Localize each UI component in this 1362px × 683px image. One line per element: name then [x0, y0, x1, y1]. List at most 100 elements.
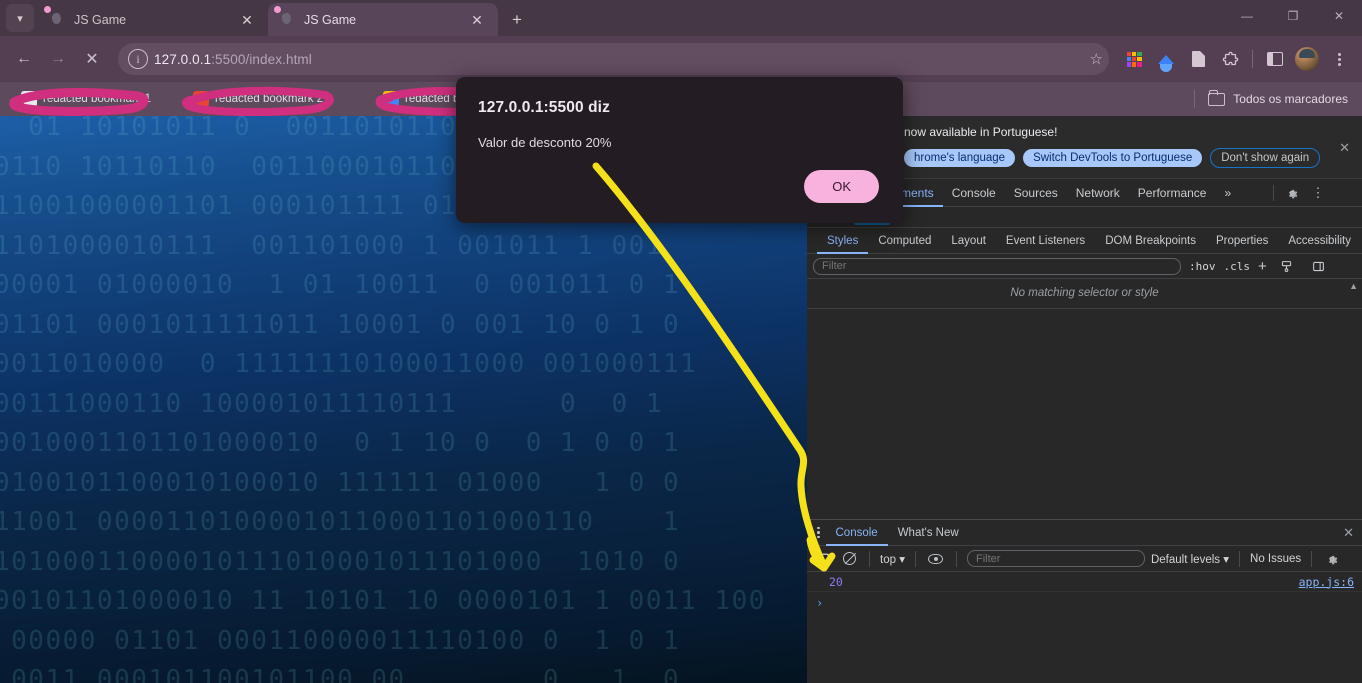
- close-window-button[interactable]: ✕: [1316, 0, 1362, 32]
- hov-toggle[interactable]: :hov: [1189, 260, 1216, 273]
- all-bookmarks-label: Todos os marcadores: [1233, 92, 1348, 106]
- levels-label: Default levels: [1150, 553, 1221, 566]
- tab-title: JS Game: [74, 12, 127, 27]
- drawer-menu-icon[interactable]: [815, 526, 826, 539]
- gear-icon[interactable]: [1280, 181, 1304, 205]
- tab-sources[interactable]: Sources: [1005, 179, 1067, 207]
- javascript-alert-dialog: 127.0.0.1:5500 diz Valor de desconto 20%…: [456, 77, 903, 223]
- console-log-row[interactable]: 20 app.js:6: [807, 572, 1362, 592]
- tab-performance[interactable]: Performance: [1129, 179, 1216, 207]
- tab-title: JS Game: [304, 12, 357, 27]
- divider: [1239, 550, 1241, 567]
- divider: [1273, 184, 1274, 201]
- plus-icon[interactable]: +: [1258, 258, 1267, 275]
- console-context-selector[interactable]: top ▾: [880, 552, 905, 566]
- close-icon[interactable]: ✕: [466, 9, 488, 31]
- stop-loading-button[interactable]: ✕: [76, 43, 108, 75]
- scroll-up-arrow[interactable]: ▲: [1349, 281, 1358, 291]
- grid-apps-icon[interactable]: [1119, 44, 1149, 74]
- forward-button[interactable]: →: [42, 43, 74, 75]
- context-label: top: [880, 553, 896, 566]
- live-expression-icon[interactable]: [926, 549, 946, 569]
- url-text: 127.0.0.1:5500/index.html: [154, 52, 312, 67]
- subtab-styles[interactable]: Styles: [817, 228, 868, 254]
- console-filter-input[interactable]: [966, 550, 1145, 567]
- cls-toggle[interactable]: .cls: [1224, 260, 1251, 273]
- console-output: 20 app.js:6 ›: [807, 572, 1362, 683]
- restore-button[interactable]: ❐: [1270, 0, 1316, 32]
- chevron-down-icon: ▾: [899, 553, 905, 566]
- document-icon[interactable]: [1183, 44, 1213, 74]
- bookmark-item[interactable]: redacted bookmark 1: [9, 86, 172, 116]
- subtab-accessibility[interactable]: Accessibility: [1278, 228, 1361, 254]
- bookmark-favicon: [383, 91, 399, 107]
- toggle-panel-icon[interactable]: [1307, 254, 1331, 278]
- all-bookmarks-entry[interactable]: Todos os marcadores: [1189, 89, 1354, 108]
- subtab-layout[interactable]: Layout: [941, 228, 996, 254]
- new-tab-button[interactable]: +: [506, 8, 528, 30]
- drawer-tab-console[interactable]: Console: [826, 520, 888, 546]
- browser-window: ▾ JS Game ✕ JS Game ✕ + — ❐ ✕ ← → ✕ i 12…: [0, 0, 1362, 683]
- subtab-dom-breakpoints[interactable]: DOM Breakpoints: [1095, 228, 1206, 254]
- switch-devtools-language-button[interactable]: Switch DevTools to Portuguese: [1023, 149, 1203, 167]
- issues-counter[interactable]: No Issues: [1250, 553, 1301, 565]
- prompt-caret-icon: ›: [816, 596, 824, 610]
- more-tabs-icon[interactable]: »: [1215, 179, 1240, 207]
- close-devtools-icon[interactable]: close-icon: [1332, 181, 1356, 205]
- url-path: :5500/index.html: [211, 51, 312, 67]
- dont-show-again-button[interactable]: Don't show again: [1210, 148, 1321, 168]
- extensions-puzzle-icon[interactable]: [1215, 44, 1245, 74]
- kebab-menu-icon[interactable]: ⋮: [1306, 181, 1330, 205]
- close-drawer-icon[interactable]: ✕: [1343, 525, 1362, 541]
- style-brush-icon[interactable]: [1275, 254, 1299, 278]
- bookmark-star-icon[interactable]: ☆: [1090, 50, 1103, 68]
- devtools-drawer: Console What's New ✕ top ▾ Default level…: [807, 519, 1362, 683]
- subtab-properties[interactable]: Properties: [1206, 228, 1278, 254]
- alert-title: 127.0.0.1:5500 diz: [478, 99, 610, 116]
- bookmark-item[interactable]: redacted bookmark 2: [181, 86, 354, 116]
- minimize-button[interactable]: —: [1224, 0, 1270, 32]
- window-controls: — ❐ ✕: [1224, 0, 1362, 32]
- devtools-tab-actions: ⋮ close-icon: [1269, 181, 1362, 205]
- tab-strip: ▾ JS Game ✕ JS Game ✕ + — ❐ ✕: [0, 0, 1362, 36]
- browser-tab[interactable]: JS Game ✕: [38, 3, 268, 36]
- bookmarks-divider: [1194, 90, 1196, 108]
- tab-search-icon[interactable]: ▾: [6, 4, 34, 32]
- alert-ok-button[interactable]: OK: [804, 170, 879, 203]
- back-button[interactable]: ←: [8, 43, 40, 75]
- tab-network[interactable]: Network: [1067, 179, 1129, 207]
- console-toolbar: top ▾ Default levels ▾ No Issues: [807, 546, 1362, 572]
- styles-filter-input[interactable]: [813, 257, 1181, 275]
- bookmark-favicon: [21, 91, 37, 107]
- divider: [955, 550, 957, 567]
- gem-icon[interactable]: [1151, 44, 1181, 74]
- styles-filter-bar: :hov .cls +: [807, 254, 1362, 279]
- clear-console-icon[interactable]: [839, 549, 859, 569]
- log-levels-selector[interactable]: Default levels ▾: [1151, 552, 1229, 566]
- folder-icon: [1208, 89, 1226, 106]
- site-info-icon[interactable]: i: [128, 49, 148, 69]
- alert-message: Valor de desconto 20%: [478, 135, 612, 150]
- side-panel-icon[interactable]: [1260, 44, 1290, 74]
- drawer-tab-whats-new[interactable]: What's New: [888, 520, 969, 546]
- subtab-event-listeners[interactable]: Event Listeners: [996, 228, 1095, 254]
- globe-icon: [274, 5, 296, 28]
- browser-tab-active[interactable]: JS Game ✕: [268, 3, 498, 36]
- console-sidebar-icon[interactable]: [813, 549, 833, 569]
- console-prompt[interactable]: ›: [807, 592, 1362, 614]
- bookmark-label: redacted bookmark 1: [43, 93, 152, 105]
- browser-menu-kebab[interactable]: [1324, 44, 1354, 74]
- divider: [1311, 550, 1313, 567]
- log-source-link[interactable]: app.js:6: [1299, 575, 1354, 589]
- gear-icon[interactable]: [1322, 549, 1342, 569]
- match-chrome-language-button[interactable]: hrome's language: [904, 149, 1016, 167]
- tab-console[interactable]: Console: [943, 179, 1005, 207]
- address-bar[interactable]: i 127.0.0.1:5500/index.html ☆: [118, 43, 1109, 75]
- close-icon[interactable]: ✕: [236, 9, 258, 31]
- chevron-down-icon: ▾: [1223, 553, 1230, 566]
- subtab-computed[interactable]: Computed: [868, 228, 941, 254]
- close-notice-icon[interactable]: ✕: [1339, 140, 1350, 156]
- bookmark-favicon: [193, 91, 209, 107]
- toolbar-divider: [1252, 50, 1253, 68]
- profile-avatar[interactable]: [1292, 44, 1322, 74]
